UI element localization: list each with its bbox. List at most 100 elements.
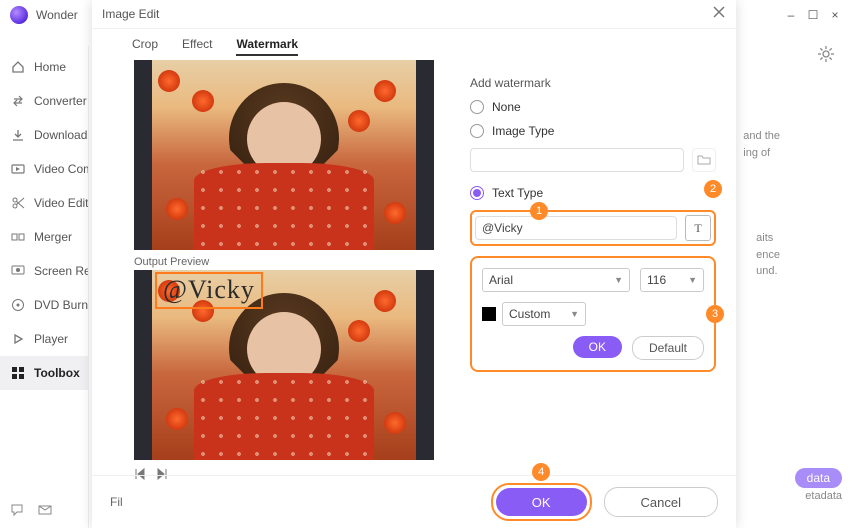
source-image xyxy=(152,60,416,250)
screen-rec-icon xyxy=(10,263,26,279)
toolbox-icon xyxy=(10,365,26,381)
home-icon xyxy=(10,59,26,75)
bottom-icons xyxy=(10,503,52,520)
close-icon[interactable]: × xyxy=(828,8,842,22)
mail-icon[interactable] xyxy=(38,503,52,520)
sidebar-item-label: Video Compressor xyxy=(34,162,88,176)
modal-title: Image Edit xyxy=(92,0,736,29)
sidebar-item-videocompress[interactable]: Video Compressor xyxy=(0,152,88,186)
settings-button[interactable] xyxy=(818,46,834,65)
text-icon: T xyxy=(694,221,701,236)
close-icon xyxy=(712,5,726,19)
watermark-panel: Add watermark None Image Type Text Type … xyxy=(460,60,736,528)
sidebar-item-label: Home xyxy=(34,60,66,74)
scissors-icon xyxy=(10,195,26,211)
merger-icon xyxy=(10,229,26,245)
image-path-row xyxy=(470,148,716,172)
sidebar-item-converter[interactable]: Converter xyxy=(0,84,88,118)
image-edit-modal: Image Edit Crop Effect Watermark + xyxy=(92,0,736,528)
output-preview-label: Output Preview xyxy=(134,256,452,268)
font-size-select[interactable]: 116▼ xyxy=(640,268,704,292)
watermark-text-row: T xyxy=(470,210,716,246)
tab-crop[interactable]: Crop xyxy=(132,37,158,56)
color-swatch xyxy=(482,307,496,321)
bg-text-1: and theing of xyxy=(743,128,780,161)
chevron-down-icon: ▼ xyxy=(688,275,697,285)
tab-effect[interactable]: Effect xyxy=(182,37,212,56)
watermark-overlay[interactable]: @Vicky xyxy=(155,272,263,309)
sidebar-item-download[interactable]: Download xyxy=(0,118,88,152)
modal-close-button[interactable] xyxy=(712,5,728,21)
font-select[interactable]: Arial▼ xyxy=(482,268,630,292)
download-icon xyxy=(10,127,26,143)
radio-icon xyxy=(470,124,484,138)
font-panel-default-button[interactable]: Default xyxy=(632,336,704,360)
ok-callout-wrap: 4 OK xyxy=(491,483,592,521)
sidebar-item-label: Toolbox xyxy=(34,366,80,380)
window-controls: – ☐ × xyxy=(784,8,842,22)
callout-1: 1 xyxy=(530,202,548,220)
font-panel-ok-button[interactable]: OK xyxy=(573,336,622,358)
cancel-button[interactable]: Cancel xyxy=(604,487,718,517)
bg-pill-label[interactable]: data xyxy=(795,468,842,488)
output-image: @Vicky xyxy=(152,270,416,460)
folder-icon xyxy=(697,154,711,166)
tabs: Crop Effect Watermark xyxy=(92,29,736,60)
option-none[interactable]: None xyxy=(470,100,716,114)
feedback-icon[interactable] xyxy=(10,503,24,520)
option-text-label: Text Type xyxy=(492,186,543,200)
sidebar-item-label: Download xyxy=(34,128,87,142)
sidebar-item-player[interactable]: Player xyxy=(0,322,88,356)
sidebar-item-label: Video Editor xyxy=(34,196,88,210)
sidebar-item-dvd[interactable]: DVD Burner xyxy=(0,288,88,322)
sidebar: Home Converter Download Video Compressor… xyxy=(0,46,89,528)
tab-watermark[interactable]: Watermark xyxy=(236,37,298,56)
bg-pill: data etadata xyxy=(795,468,842,502)
image-path-input[interactable] xyxy=(470,148,684,172)
ok-button[interactable]: OK xyxy=(496,488,587,516)
color-mode-select[interactable]: Custom▼ xyxy=(502,302,586,326)
video-compress-icon xyxy=(10,161,26,177)
preview-column: Output Preview @Vicky xyxy=(92,60,460,528)
font-panel: Arial▼ 116▼ Custom▼ OK Default 3 xyxy=(470,256,716,372)
player-icon xyxy=(10,331,26,347)
chevron-down-icon: ▼ xyxy=(570,309,579,319)
bg-text-2: aitsenceund. xyxy=(756,230,780,280)
sidebar-item-label: Player xyxy=(34,332,68,346)
chevron-down-icon: ▼ xyxy=(614,275,623,285)
callout-4: 4 xyxy=(532,463,550,481)
add-watermark-label: Add watermark xyxy=(470,76,716,90)
modal-footer: Fil 4 OK Cancel xyxy=(92,475,736,528)
app-window: Wonder – ☐ × and theing of aitsenceund. … xyxy=(0,0,850,528)
callout-2: 2 xyxy=(704,180,722,198)
gear-icon xyxy=(818,46,834,62)
text-style-button[interactable]: T xyxy=(685,215,711,241)
maximize-icon[interactable]: ☐ xyxy=(806,8,820,22)
sidebar-item-screenrec[interactable]: Screen Recorder xyxy=(0,254,88,288)
source-preview xyxy=(134,60,434,250)
minimize-icon[interactable]: – xyxy=(784,8,798,22)
option-text[interactable]: Text Type 2 xyxy=(470,186,716,200)
browse-button[interactable] xyxy=(692,148,716,172)
footer-left-text: Fil xyxy=(110,495,123,509)
radio-icon xyxy=(470,100,484,114)
radio-icon xyxy=(470,186,484,200)
output-preview: @Vicky xyxy=(134,270,434,460)
converter-icon xyxy=(10,93,26,109)
watermark-text-input[interactable] xyxy=(475,216,677,240)
option-image-label: Image Type xyxy=(492,124,554,138)
app-logo-icon xyxy=(10,6,28,24)
sidebar-item-label: Converter xyxy=(34,94,87,108)
option-image[interactable]: Image Type xyxy=(470,124,716,138)
sidebar-item-merger[interactable]: Merger xyxy=(0,220,88,254)
sidebar-item-home[interactable]: Home xyxy=(0,50,88,84)
sidebar-item-videoedit[interactable]: Video Editor xyxy=(0,186,88,220)
dvd-icon xyxy=(10,297,26,313)
sidebar-item-label: Screen Recorder xyxy=(34,264,88,278)
sidebar-item-label: Merger xyxy=(34,230,72,244)
sidebar-item-label: DVD Burner xyxy=(34,298,88,312)
sidebar-item-toolbox[interactable]: Toolbox xyxy=(0,356,88,390)
callout-3: 3 xyxy=(706,305,724,323)
option-none-label: None xyxy=(492,100,521,114)
bg-pill-sub: etadata xyxy=(805,490,842,502)
